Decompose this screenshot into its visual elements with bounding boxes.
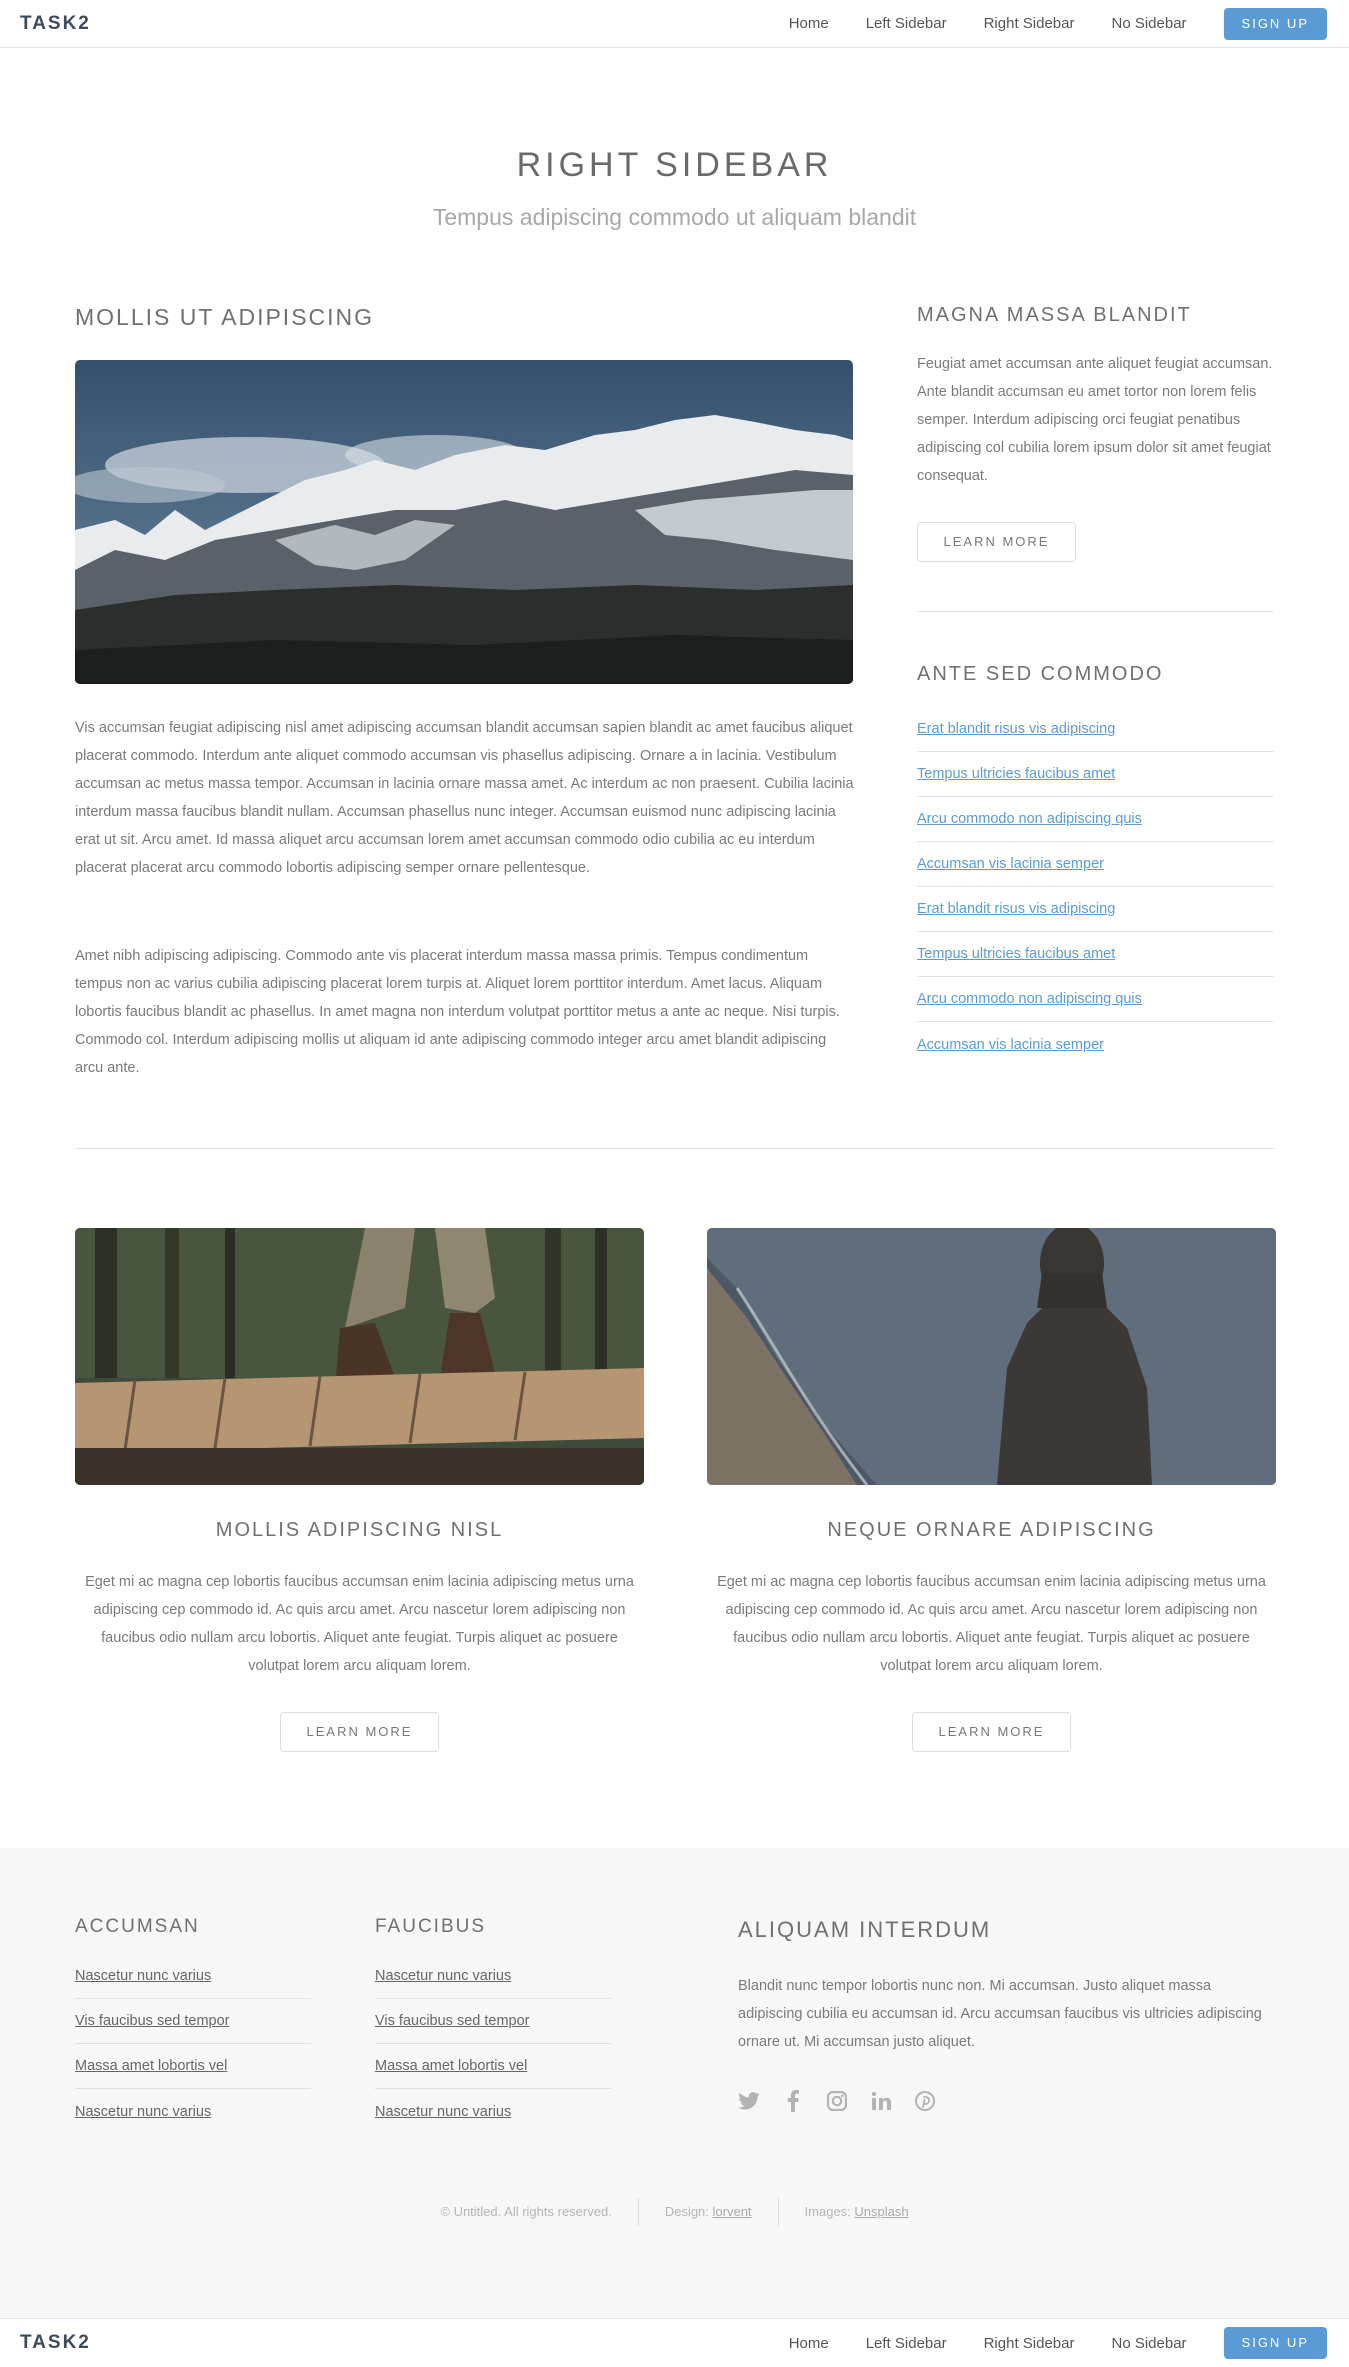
- bottom-navbar: TASK2 Home Left Sidebar Right Sidebar No…: [0, 2318, 1349, 2367]
- card-2-title: NEQUE ORNARE ADIPISCING: [827, 1519, 1156, 1541]
- sidebar-link[interactable]: Tempus ultricies faucibus amet: [917, 946, 1115, 962]
- linkedin-icon[interactable]: [870, 2088, 892, 2114]
- nav-links: Home Left Sidebar Right Sidebar No Sideb…: [789, 7, 1327, 40]
- nav-no-sidebar[interactable]: No Sidebar: [1111, 15, 1186, 32]
- nav-home[interactable]: Home: [789, 2335, 829, 2352]
- sidebar-heading-1: MAGNA MASSA BLANDIT: [917, 304, 1192, 326]
- main-paragraph-1: Vis accumsan feugiat adipiscing nisl ame…: [75, 720, 854, 876]
- sidebar-link[interactable]: Erat blandit risus vis adipiscing: [917, 901, 1115, 917]
- sidebar-paragraph: Feugiat amet accumsan ante aliquet feugi…: [917, 356, 1273, 484]
- nav-right-sidebar[interactable]: Right Sidebar: [984, 15, 1075, 32]
- list-item: Vis faucibus sed tempor: [75, 1999, 311, 2044]
- card-1-title: MOLLIS ADIPISCING NISL: [215, 1519, 504, 1541]
- sidebar-divider: [917, 611, 1274, 612]
- nav-left-sidebar[interactable]: Left Sidebar: [866, 2335, 947, 2352]
- footer-col2-links: Nascetur nunc varius Vis faucibus sed te…: [375, 1954, 611, 2134]
- sidebar-link[interactable]: Tempus ultricies faucibus amet: [917, 766, 1115, 782]
- section-divider: [75, 1148, 1275, 1149]
- card-2-learn-more-button[interactable]: LEARN MORE: [912, 1712, 1071, 1752]
- copyright-bar: © Untitled. All rights reserved. Design:…: [0, 2198, 1349, 2226]
- sidebar-learn-more-button[interactable]: LEARN MORE: [917, 522, 1076, 562]
- list-item: Tempus ultricies faucibus amet: [917, 932, 1274, 977]
- card-1-text: Eget mi ac magna cep lobortis faucibus a…: [85, 1574, 634, 1674]
- main-heading: MOLLIS UT ADIPISCING: [75, 304, 375, 330]
- boardwalk-image: [75, 1228, 644, 1485]
- footer-link[interactable]: Massa amet lobortis vel: [75, 2058, 227, 2074]
- nav-links: Home Left Sidebar Right Sidebar No Sideb…: [789, 2327, 1327, 2359]
- list-item: Erat blandit risus vis adipiscing: [917, 887, 1274, 932]
- twitter-icon[interactable]: [738, 2088, 760, 2114]
- design-label: Design:: [664, 2204, 709, 2219]
- signup-button[interactable]: SIGN UP: [1223, 2327, 1327, 2359]
- design-link[interactable]: lorvent: [713, 2204, 752, 2219]
- footer-link[interactable]: Nascetur nunc varius: [75, 2104, 211, 2120]
- hooded-person-image: [707, 1228, 1276, 1485]
- images-link[interactable]: Unsplash: [854, 2204, 908, 2219]
- sidebar-heading-2: ANTE SED COMMODO: [917, 663, 1164, 685]
- sidebar-link[interactable]: Accumsan vis lacinia semper: [917, 856, 1104, 872]
- list-item: Massa amet lobortis vel: [75, 2044, 311, 2089]
- sidebar-link[interactable]: Accumsan vis lacinia semper: [917, 1037, 1104, 1053]
- footer-link[interactable]: Massa amet lobortis vel: [375, 2058, 527, 2074]
- nav-right-sidebar[interactable]: Right Sidebar: [984, 2335, 1075, 2352]
- sidebar-link-list: Erat blandit risus vis adipiscing Tempus…: [917, 707, 1274, 1067]
- facebook-icon[interactable]: [782, 2088, 804, 2114]
- footer-link[interactable]: Nascetur nunc varius: [375, 1968, 511, 1984]
- footer-col1-heading: ACCUMSAN: [75, 1916, 200, 1937]
- nav-left-sidebar[interactable]: Left Sidebar: [866, 15, 947, 32]
- list-item: Erat blandit risus vis adipiscing: [917, 707, 1274, 752]
- nav-home[interactable]: Home: [789, 15, 829, 32]
- list-item: Accumsan vis lacinia semper: [917, 842, 1274, 887]
- list-item: Nascetur nunc varius: [75, 2089, 311, 2134]
- page-title: RIGHT SIDEBAR: [516, 146, 833, 184]
- list-item: Nascetur nunc varius: [375, 1954, 611, 1999]
- list-item: Arcu commodo non adipiscing quis: [917, 797, 1274, 842]
- brand-logo[interactable]: TASK2: [20, 13, 91, 35]
- list-item: Nascetur nunc varius: [375, 2089, 611, 2134]
- nav-no-sidebar[interactable]: No Sidebar: [1111, 2335, 1186, 2352]
- main-paragraph-2: Amet nibh adipiscing adipiscing. Commodo…: [75, 948, 840, 1076]
- footer-link[interactable]: Nascetur nunc varius: [375, 2104, 511, 2120]
- top-navbar: TASK2 Home Left Sidebar Right Sidebar No…: [0, 0, 1349, 48]
- list-item: Vis faucibus sed tempor: [375, 1999, 611, 2044]
- card-2-text: Eget mi ac magna cep lobortis faucibus a…: [717, 1574, 1266, 1674]
- pinterest-icon[interactable]: [914, 2088, 936, 2114]
- images-label: Images:: [804, 2204, 851, 2219]
- footer-link[interactable]: Vis faucibus sed tempor: [375, 2013, 529, 2029]
- list-item: Massa amet lobortis vel: [375, 2044, 611, 2089]
- copyright-text: © Untitled. All rights reserved.: [440, 2204, 612, 2219]
- footer-col3-heading: ALIQUAM INTERDUM: [738, 1917, 992, 1942]
- list-item: Arcu commodo non adipiscing quis: [917, 977, 1274, 1022]
- sidebar-link[interactable]: Arcu commodo non adipiscing quis: [917, 991, 1142, 1007]
- design-credit: Design: lorvent: [637, 2198, 778, 2226]
- list-item: Nascetur nunc varius: [75, 1954, 311, 1999]
- footer-link[interactable]: Vis faucibus sed tempor: [75, 2013, 229, 2029]
- footer-col1-links: Nascetur nunc varius Vis faucibus sed te…: [75, 1954, 311, 2134]
- sidebar-link[interactable]: Arcu commodo non adipiscing quis: [917, 811, 1142, 827]
- sidebar-link[interactable]: Erat blandit risus vis adipiscing: [917, 721, 1115, 737]
- images-credit: Images: Unsplash: [777, 2198, 935, 2226]
- instagram-icon[interactable]: [826, 2088, 848, 2114]
- social-icons: [738, 2088, 958, 2114]
- footer-col2-heading: FAUCIBUS: [375, 1916, 487, 1937]
- page-subtitle: Tempus adipiscing commodo ut aliquam bla…: [432, 204, 917, 230]
- card-1-learn-more-button[interactable]: LEARN MORE: [280, 1712, 439, 1752]
- signup-button[interactable]: SIGN UP: [1223, 7, 1327, 40]
- list-item: Accumsan vis lacinia semper: [917, 1022, 1274, 1067]
- footer-link[interactable]: Nascetur nunc varius: [75, 1968, 211, 1984]
- mountain-image: [75, 360, 853, 684]
- list-item: Tempus ultricies faucibus amet: [917, 752, 1274, 797]
- brand-logo[interactable]: TASK2: [20, 2332, 91, 2354]
- footer-col3-paragraph: Blandit nunc tempor lobortis nunc non. M…: [738, 1978, 1262, 2050]
